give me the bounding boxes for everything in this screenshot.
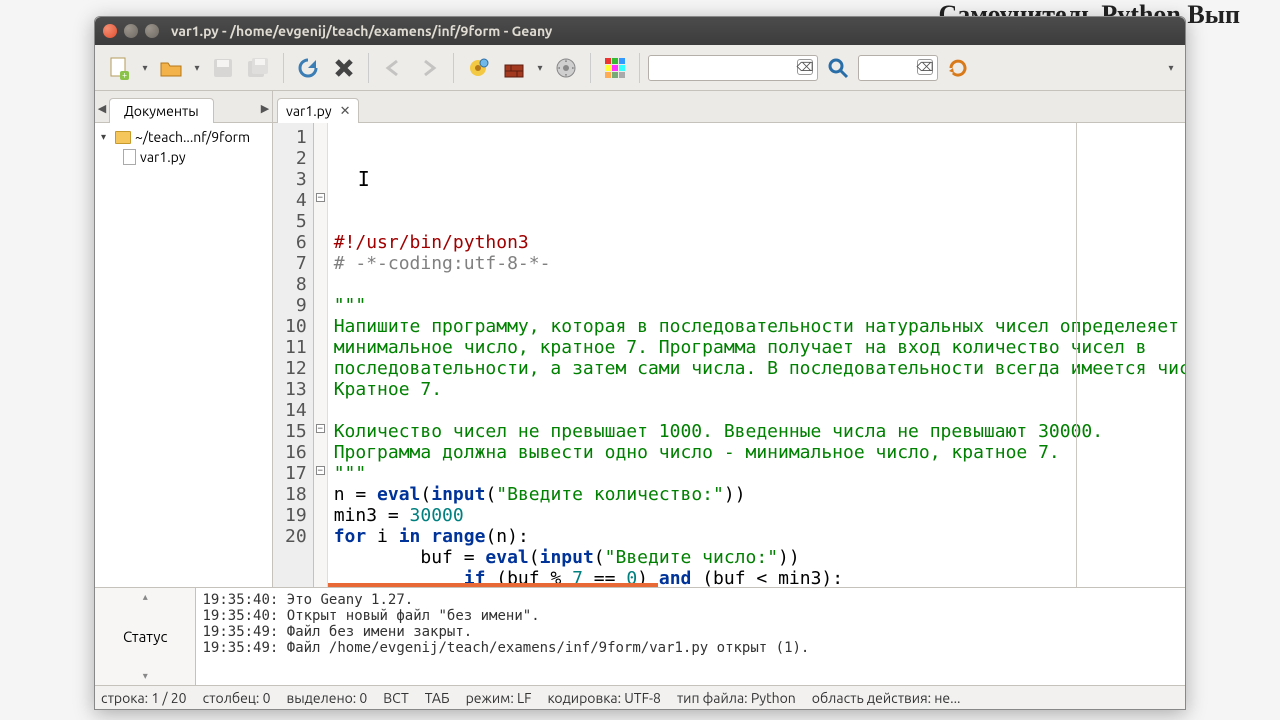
panel-tab-scroll-up-icon[interactable]: ▴ <box>143 588 148 603</box>
code-line[interactable]: # -*-coding:utf-8-*- <box>334 253 1185 274</box>
open-file-dropdown-icon[interactable]: ▾ <box>191 62 203 74</box>
code-line[interactable]: #!/usr/bin/python3 <box>334 232 1185 253</box>
nav-forward-button[interactable] <box>413 52 445 84</box>
folder-icon <box>115 131 131 144</box>
message-panel-tabs[interactable]: ▴ Статус ▾ <box>95 588 196 685</box>
editor-tabs: var1.py ✕ <box>273 91 1185 123</box>
status-filetype: тип файла: Python <box>677 690 796 706</box>
code-line[interactable]: buf = eval(input("Введите число:")) <box>334 547 1185 568</box>
close-icon[interactable] <box>103 24 117 38</box>
status-encoding: кодировка: UTF-8 <box>547 690 660 706</box>
code-line[interactable]: Напишите программу, которая в последоват… <box>334 316 1185 337</box>
fold-toggle-icon[interactable]: − <box>316 193 325 202</box>
compile-button[interactable] <box>462 52 494 84</box>
message-panel: ▴ Статус ▾ 19:35:40: Это Geany 1.27. 19:… <box>95 587 1185 685</box>
code-line[interactable]: Кратное 7. <box>334 379 1185 400</box>
status-scope: область действия: не... <box>812 690 961 706</box>
status-eol-mode: режим: LF <box>466 690 532 706</box>
tab-close-icon[interactable]: ✕ <box>340 104 351 119</box>
minimize-icon[interactable] <box>124 24 138 38</box>
nav-back-button[interactable] <box>377 52 409 84</box>
status-line: строка: 1 / 20 <box>101 690 187 706</box>
sidebar-tab-scroll-left[interactable]: ◀ <box>95 94 109 122</box>
new-file-button[interactable]: + <box>103 52 135 84</box>
code-line[interactable]: n = eval(input("Введите количество:")) <box>334 484 1185 505</box>
file-icon <box>123 149 136 165</box>
editor-tab[interactable]: var1.py ✕ <box>277 98 359 123</box>
toolbar-overflow-icon[interactable]: ▾ <box>1165 62 1177 74</box>
code-line[interactable] <box>334 274 1185 295</box>
code-line[interactable]: Количество чисел не превышает 1000. Введ… <box>334 421 1185 442</box>
status-insert-mode: ВСТ <box>383 690 408 706</box>
code-line[interactable]: """ <box>334 295 1185 316</box>
save-button[interactable] <box>207 52 239 84</box>
close-file-button[interactable] <box>328 52 360 84</box>
toolbar: + ▾ ▾ ▾ <box>95 45 1185 91</box>
build-dropdown-icon[interactable]: ▾ <box>534 62 546 74</box>
open-file-button[interactable] <box>155 52 187 84</box>
sidebar-tab-scroll-right[interactable]: ▶ <box>258 94 272 122</box>
fold-toggle-icon[interactable]: − <box>316 424 325 433</box>
tree-folder[interactable]: ▾ ~/teach...nf/9form <box>95 127 272 147</box>
code-line[interactable]: """ <box>334 463 1185 484</box>
code-line[interactable] <box>334 400 1185 421</box>
goto-line-button[interactable] <box>942 52 974 84</box>
toolbar-separator <box>368 53 369 83</box>
titlebar[interactable]: var1.py - /home/evgenij/teach/examens/in… <box>95 17 1185 45</box>
text-cursor-icon: I <box>358 169 370 190</box>
goto-line-input[interactable]: ⌫ <box>858 55 938 81</box>
status-column: столбец: 0 <box>203 690 271 706</box>
color-picker-button[interactable] <box>599 52 631 84</box>
reload-button[interactable] <box>292 52 324 84</box>
search-input[interactable]: ⌫ <box>648 55 818 81</box>
save-all-button[interactable] <box>243 52 275 84</box>
window-controls <box>103 24 159 38</box>
code-line[interactable]: последовательности, а затем сами числа. … <box>334 358 1185 379</box>
code-line[interactable]: for i in range(n): <box>334 526 1185 547</box>
panel-tab-scroll-down-icon[interactable]: ▾ <box>143 670 148 685</box>
svg-text:+: + <box>122 70 127 80</box>
sidebar: ◀ Документы ▶ ▾ ~/teach...nf/9form var1.… <box>95 91 273 587</box>
toolbar-separator <box>590 53 591 83</box>
line-number-gutter: 1 2 3 4 5 6 7 8 9 10 11 12 13 14 15 16 1… <box>273 123 314 587</box>
horizontal-scrollbar[interactable] <box>328 583 658 587</box>
tree-file-label: var1.py <box>140 149 186 165</box>
toolbar-separator <box>453 53 454 83</box>
panel-tab-status[interactable]: Статус <box>123 624 167 649</box>
execute-button[interactable] <box>550 52 582 84</box>
window-title: var1.py - /home/evgenij/teach/examens/in… <box>171 23 552 39</box>
code-line[interactable]: Программа должна вывести одно число - ми… <box>334 442 1185 463</box>
toolbar-separator <box>639 53 640 83</box>
status-tab-mode: ТАБ <box>425 690 450 706</box>
editor-area[interactable]: 1 2 3 4 5 6 7 8 9 10 11 12 13 14 15 16 1… <box>273 123 1185 587</box>
search-button[interactable] <box>822 52 854 84</box>
tree-expand-icon[interactable]: ▾ <box>101 131 111 143</box>
file-tree[interactable]: ▾ ~/teach...nf/9form var1.py <box>95 123 272 587</box>
tree-file[interactable]: var1.py <box>95 147 272 167</box>
code-line[interactable]: min3 = 30000 <box>334 505 1185 526</box>
toolbar-separator <box>283 53 284 83</box>
clear-goto-icon[interactable]: ⌫ <box>917 59 933 75</box>
fold-toggle-icon[interactable]: − <box>316 466 325 475</box>
status-log[interactable]: 19:35:40: Это Geany 1.27. 19:35:40: Откр… <box>196 588 1185 685</box>
code-line[interactable]: минимальное число, кратное 7. Программа … <box>334 337 1185 358</box>
tree-folder-label: ~/teach...nf/9form <box>135 129 250 145</box>
statusbar: строка: 1 / 20 столбец: 0 выделено: 0 ВС… <box>95 685 1185 709</box>
clear-search-icon[interactable]: ⌫ <box>797 59 813 75</box>
editor-tab-label: var1.py <box>286 103 332 119</box>
fold-column[interactable]: − − − <box>314 123 328 587</box>
sidebar-tab-documents[interactable]: Документы <box>109 98 214 123</box>
status-selection: выделено: 0 <box>286 690 367 706</box>
maximize-icon[interactable] <box>145 24 159 38</box>
code-area[interactable]: I #!/usr/bin/python3# -*-coding:utf-8-*-… <box>328 123 1185 587</box>
build-button[interactable] <box>498 52 530 84</box>
geany-window: var1.py - /home/evgenij/teach/examens/in… <box>94 16 1186 710</box>
new-file-dropdown-icon[interactable]: ▾ <box>139 62 151 74</box>
